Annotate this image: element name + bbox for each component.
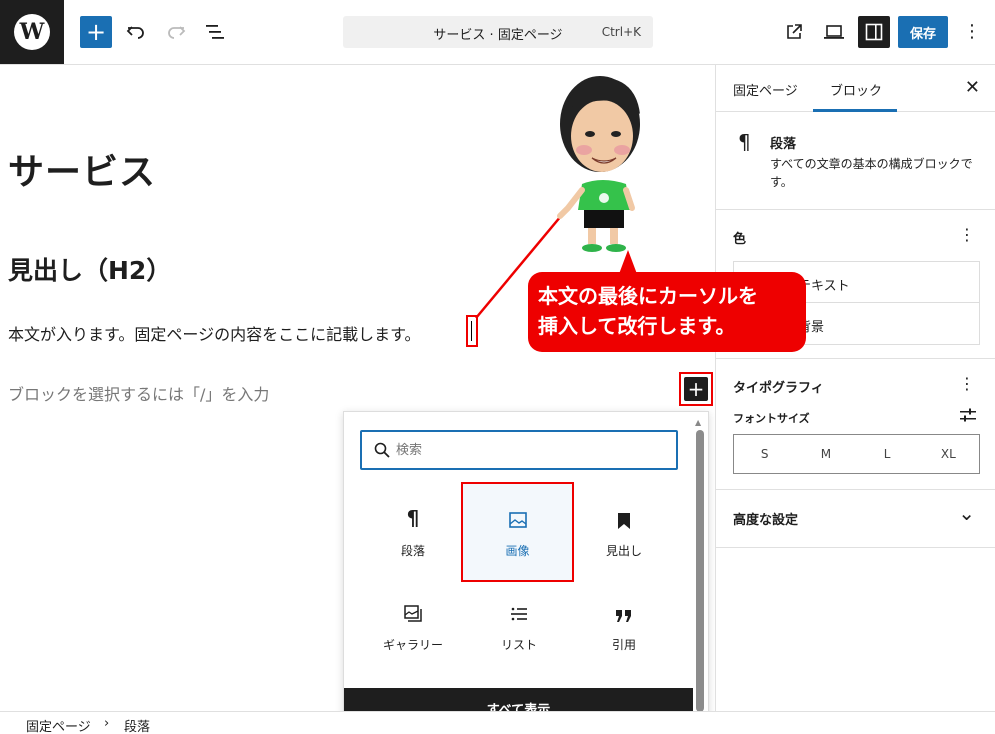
mascot-illustration: [557, 76, 640, 252]
block-card-description: すべての文章の基本の構成ブロックです。: [770, 157, 973, 189]
quote-icon: [616, 610, 631, 622]
instruction-callout: 本文の最後にカーソルを 挿入して改行します。: [528, 272, 806, 352]
block-option-quote[interactable]: 引用: [574, 578, 674, 662]
close-sidebar-icon[interactable]: ✕: [965, 77, 980, 98]
heading-icon: [618, 513, 630, 529]
typography-options-button[interactable]: ⋮: [959, 374, 975, 393]
list-view-icon: [206, 25, 224, 39]
block-card: ¶ 段落 すべての文章の基本の構成ブロックです。: [716, 112, 995, 210]
save-button[interactable]: 保存: [898, 16, 948, 48]
tab-block[interactable]: ブロック: [830, 80, 882, 99]
font-size-label: フォントサイズ: [733, 412, 810, 425]
image-icon: [508, 512, 527, 528]
redo-button[interactable]: [162, 18, 190, 46]
block-option-list[interactable]: リスト: [469, 578, 569, 662]
breadcrumb-item-page[interactable]: 固定ページ: [26, 716, 91, 734]
text-cursor-highlight: [466, 315, 478, 347]
command-shortcut: Ctrl+K: [601, 25, 641, 39]
command-palette-bar[interactable]: サービス · 固定ページ Ctrl+K: [343, 16, 653, 48]
options-menu-button[interactable]: ⋮: [960, 20, 984, 44]
empty-block-placeholder[interactable]: ブロックを選択するには「/」を入力: [8, 381, 269, 405]
callout-tail: [619, 250, 637, 274]
paragraph-block[interactable]: 本文が入ります。固定ページの内容をここに記載します。: [8, 321, 420, 345]
block-search[interactable]: [360, 430, 678, 470]
undo-icon: [126, 26, 144, 39]
search-icon: [374, 442, 390, 458]
editor-toolbar: W + サービス · 固定ページ Ctrl+K 保存 ⋮: [0, 0, 995, 65]
settings-sidebar-toggle[interactable]: [858, 16, 890, 48]
block-inserter-popover: ¶ 段落 画像 見出し ギャラリー リスト 引用 すべて表示 ▲ ▼: [343, 411, 709, 729]
redo-icon: [168, 26, 186, 39]
block-option-gallery[interactable]: ギャラリー: [363, 578, 463, 662]
wordpress-logo-icon: W: [14, 14, 50, 50]
block-option-label: 画像: [505, 544, 530, 558]
tab-page[interactable]: 固定ページ: [733, 80, 798, 99]
callout-line-2: 挿入して改行します。: [538, 314, 736, 338]
block-card-title: 段落: [770, 137, 797, 152]
font-size-picker: S M L XL: [733, 434, 980, 474]
gallery-icon: [404, 605, 422, 622]
inserter-scrollbar[interactable]: ▲ ▼: [695, 418, 704, 724]
document-overview-button[interactable]: [201, 18, 229, 46]
block-option-label: 引用: [611, 638, 636, 652]
block-option-paragraph[interactable]: ¶ 段落: [363, 484, 463, 568]
color-options-button[interactable]: ⋮: [959, 225, 975, 244]
block-option-label: 段落: [400, 544, 425, 558]
panel-divider: [716, 489, 995, 490]
desktop-icon: [824, 25, 844, 39]
block-option-image[interactable]: 画像: [461, 482, 574, 582]
breadcrumb-separator: ›: [104, 716, 110, 731]
panel-divider: [716, 547, 995, 548]
post-title[interactable]: サービス: [8, 143, 156, 195]
plus-icon: +: [684, 377, 708, 401]
external-link-icon: [787, 24, 802, 39]
paragraph-icon: ¶: [406, 506, 420, 530]
wordpress-logo-button[interactable]: W: [0, 0, 64, 64]
font-size-m[interactable]: M: [795, 435, 856, 473]
block-option-heading[interactable]: 見出し: [574, 484, 674, 568]
color-panel-title: 色: [733, 232, 747, 247]
custom-size-settings-icon[interactable]: [959, 407, 977, 423]
advanced-panel-toggle[interactable]: 高度な設定: [733, 509, 798, 528]
font-size-s[interactable]: S: [734, 435, 795, 473]
heading-block[interactable]: 見出し（H2）: [8, 251, 171, 287]
list-icon: [511, 607, 527, 621]
font-size-xl[interactable]: XL: [918, 435, 979, 473]
settings-sidebar: 固定ページ ブロック ✕ ¶ 段落 すべての文章の基本の構成ブロックです。 色 …: [715, 65, 995, 711]
block-option-label: リスト: [500, 638, 537, 652]
sidebar-tabs: 固定ページ ブロック ✕: [716, 65, 995, 112]
breadcrumb-item-paragraph[interactable]: 段落: [124, 716, 150, 734]
scroll-up-icon[interactable]: ▲: [695, 418, 701, 427]
sidebar-icon: [865, 23, 883, 41]
font-size-l[interactable]: L: [857, 435, 918, 473]
view-page-button[interactable]: [780, 18, 808, 46]
callout-line-1: 本文の最後にカーソルを: [538, 284, 758, 308]
undo-button[interactable]: [122, 18, 150, 46]
chevron-down-icon[interactable]: ⌄: [958, 501, 975, 525]
scrollbar-thumb[interactable]: [696, 430, 704, 712]
paragraph-icon: ¶: [738, 130, 751, 154]
block-search-input[interactable]: [396, 439, 666, 461]
panel-divider: [716, 358, 995, 359]
block-option-label: 見出し: [605, 544, 642, 558]
block-option-label: ギャラリー: [382, 638, 443, 652]
inline-inserter-button[interactable]: +: [679, 372, 713, 406]
block-breadcrumb: 固定ページ › 段落: [0, 711, 995, 734]
preview-device-button[interactable]: [820, 18, 848, 46]
block-inserter-toggle-button[interactable]: +: [80, 16, 112, 48]
typography-panel-title: タイポグラフィ: [733, 381, 824, 396]
